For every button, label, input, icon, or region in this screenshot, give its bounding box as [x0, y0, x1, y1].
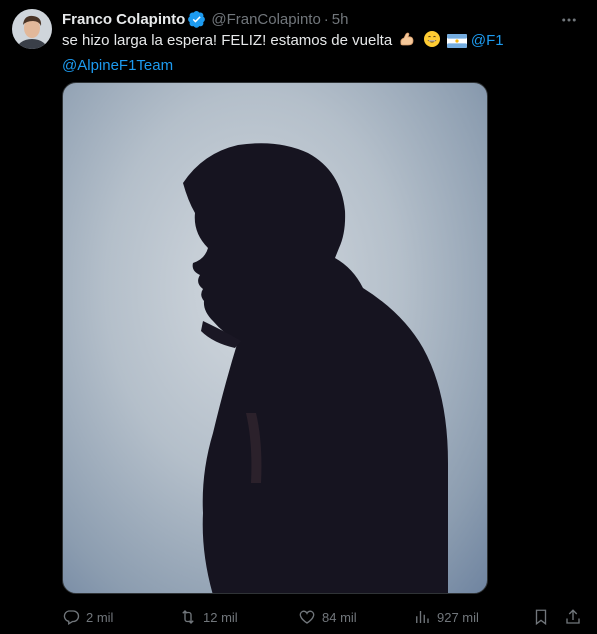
share-icon: [566, 609, 580, 624]
separator-dot: ·: [323, 10, 329, 28]
grinning-face-emoji: [423, 30, 441, 55]
flexed-biceps-emoji: [398, 30, 416, 55]
repost-icon: [182, 610, 194, 624]
repost-button[interactable]: 12 mil: [179, 608, 238, 626]
post-text-main: se hizo larga la espera! FELIZ! estamos …: [62, 32, 393, 49]
silhouette-photo: [183, 143, 448, 593]
tweet[interactable]: Franco Colapinto @FranColapinto · 5h se …: [0, 0, 597, 634]
mention-alpine[interactable]: @AlpineF1Team: [62, 57, 173, 74]
post-header: Franco Colapinto @FranColapinto · 5h: [62, 9, 348, 29]
post-image[interactable]: [62, 82, 488, 594]
bookmark-button[interactable]: [532, 608, 550, 626]
like-button[interactable]: 84 mil: [298, 608, 357, 626]
like-count: 84 mil: [322, 609, 357, 625]
share-button[interactable]: [564, 608, 582, 626]
repost-count: 12 mil: [203, 609, 238, 625]
like-icon: [299, 610, 315, 624]
reply-icon: [63, 610, 80, 625]
more-icon[interactable]: [559, 10, 579, 30]
views-icon: [416, 611, 429, 623]
views-button[interactable]: 927 mil: [413, 608, 479, 626]
avatar[interactable]: [12, 9, 52, 49]
bookmark-icon: [535, 609, 547, 626]
mention-f1[interactable]: @F1: [471, 32, 504, 49]
action-bar: 2 mil 12 mil 84 mil 927 mil: [62, 606, 582, 628]
reply-count: 2 mil: [86, 609, 114, 625]
verified-icon: [188, 10, 206, 28]
argentina-flag-emoji: [446, 33, 467, 55]
author-name[interactable]: Franco Colapinto: [62, 11, 185, 28]
post-text: se hizo larga la espera! FELIZ! estamos …: [62, 30, 582, 77]
views-count: 927 mil: [437, 609, 479, 625]
reply-button[interactable]: 2 mil: [62, 608, 113, 626]
post-time[interactable]: 5h: [332, 11, 349, 28]
author-handle[interactable]: @FranColapinto: [211, 11, 320, 28]
